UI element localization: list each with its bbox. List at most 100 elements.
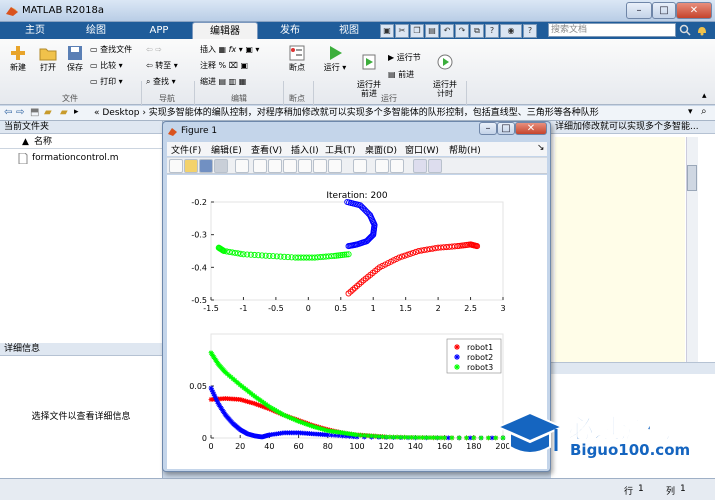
new-icon xyxy=(11,46,25,60)
menu-tools[interactable]: 工具(T) xyxy=(325,143,356,156)
search-input[interactable]: 搜索文档 xyxy=(548,23,676,37)
save-button[interactable]: 保存 xyxy=(62,44,88,73)
tab-publish[interactable]: 发布 xyxy=(262,22,318,39)
breakpoints-button[interactable]: 断点 xyxy=(286,44,308,73)
browse-folder-icon[interactable]: ▰ xyxy=(44,107,52,118)
goto-button[interactable]: ⇦ 转至 ▾ xyxy=(146,59,178,72)
watermark-logo: 必过源码 Biguo100.com xyxy=(496,405,714,465)
link-plot-icon[interactable] xyxy=(353,159,367,173)
maximize-button[interactable]: □ xyxy=(652,2,676,19)
figure-maximize-button[interactable]: □ xyxy=(497,122,515,135)
data-point xyxy=(478,435,484,441)
data-cursor-icon[interactable] xyxy=(313,159,327,173)
hide-plot-tools-icon[interactable] xyxy=(413,159,427,173)
open-button[interactable]: 打开 xyxy=(34,44,62,73)
rotate-icon[interactable] xyxy=(298,159,312,173)
paste-qat-icon[interactable]: ▤ xyxy=(425,24,439,38)
run-advance-icon xyxy=(362,54,376,70)
run-button[interactable]: 运行 ▾ xyxy=(320,44,350,73)
legend-label: robot3 xyxy=(467,363,493,372)
find-button[interactable]: ⌕ 查找 ▾ xyxy=(146,75,176,88)
back-icon[interactable]: ⇦ xyxy=(4,107,12,118)
collapse-ribbon-icon[interactable]: ▴ xyxy=(702,91,707,101)
column-header[interactable]: ▲ 名称 xyxy=(0,135,162,149)
matlab-logo-icon xyxy=(6,7,18,16)
community-icon[interactable]: ◉ xyxy=(500,24,522,38)
pointer-icon[interactable] xyxy=(235,159,249,173)
menu-view[interactable]: 查看(V) xyxy=(251,143,282,156)
tab-view[interactable]: 视图 xyxy=(322,22,376,39)
tab-apps[interactable]: APP xyxy=(130,22,188,39)
search-path-icon[interactable]: ⌕ xyxy=(701,106,707,117)
help-qat-icon[interactable]: ? xyxy=(485,24,499,38)
new-button[interactable]: 新建 xyxy=(4,44,32,73)
cut-qat-icon[interactable]: ✂ xyxy=(395,24,409,38)
editor-tab[interactable]: 详细加修改就可以实现多个多智能... xyxy=(551,121,715,134)
scrollbar-thumb[interactable] xyxy=(687,165,697,191)
save-icon xyxy=(68,46,82,60)
menu-file[interactable]: 文件(F) xyxy=(171,143,201,156)
pan-icon[interactable] xyxy=(283,159,297,173)
current-path[interactable]: « Desktop › 实现多智能体的编队控制，对程序稍加修改就可以实现多个多智… xyxy=(94,106,684,121)
find-files-button[interactable]: ▭ 查找文件 xyxy=(90,43,132,56)
row-label: 行 xyxy=(624,487,634,497)
print-figure-icon[interactable] xyxy=(214,159,228,173)
copy-qat-icon[interactable]: ❐ xyxy=(410,24,424,38)
run-time-button[interactable]: 运行并 计时 xyxy=(428,44,462,98)
search-icon[interactable] xyxy=(679,24,691,36)
tab-editor[interactable]: 编辑器 xyxy=(192,22,258,39)
forward-icon[interactable]: ⇨ xyxy=(16,107,24,118)
run-section-button[interactable]: ▶ 运行节 xyxy=(388,51,421,64)
show-plot-tools-icon[interactable] xyxy=(428,159,442,173)
tab-plots[interactable]: 绘图 xyxy=(66,22,126,39)
zoom-out-icon[interactable] xyxy=(268,159,282,173)
undo-qat-icon[interactable]: ↶ xyxy=(440,24,454,38)
data-point xyxy=(456,435,462,441)
colorbar-icon[interactable] xyxy=(375,159,389,173)
tab-home[interactable]: 主页 xyxy=(8,22,62,39)
legend-label: robot1 xyxy=(467,343,493,352)
figure-minimize-button[interactable]: – xyxy=(479,122,497,135)
x-tick-label: 20 xyxy=(235,442,245,451)
save-qat-icon[interactable]: ▣ xyxy=(380,24,394,38)
col-value: 1 xyxy=(680,484,686,494)
comment-button[interactable]: 注释 % ⌧ ▣ xyxy=(200,59,248,72)
print-button[interactable]: ▭ 打印 ▾ xyxy=(90,75,123,88)
code-editor[interactable] xyxy=(555,137,685,362)
close-button[interactable]: ✕ xyxy=(676,2,712,19)
run-group-label: 运行 xyxy=(381,94,397,103)
minimize-button[interactable]: – xyxy=(626,2,652,19)
menu-help[interactable]: 帮助(H) xyxy=(449,143,481,156)
figure-close-button[interactable]: ✕ xyxy=(515,122,547,135)
insert-button[interactable]: 插入 ▦ fx ▾ ▣ ▾ xyxy=(200,43,259,56)
zoom-in-icon[interactable] xyxy=(253,159,267,173)
compare-button[interactable]: ▭ 比较 ▾ xyxy=(90,59,123,72)
list-item[interactable]: formationcontrol.m xyxy=(18,152,158,165)
new-figure-icon[interactable] xyxy=(169,159,183,173)
figure-title: Figure 1 xyxy=(181,126,218,136)
ribbon: 新建 打开 保存 ▭ 查找文件 ▭ 比较 ▾ ▭ 打印 ▾ 文件 ⇦ ⇨ ⇦ 转… xyxy=(0,39,715,139)
notification-bell-icon[interactable] xyxy=(694,24,710,36)
advance-button[interactable]: ▤ 前进 xyxy=(388,68,414,81)
up-folder-icon[interactable]: ⬒ xyxy=(30,107,39,118)
back-forward-buttons[interactable]: ⇦ ⇨ xyxy=(146,43,162,56)
brush-icon[interactable] xyxy=(328,159,342,173)
menu-insert[interactable]: 插入(I) xyxy=(291,143,319,156)
save-figure-icon[interactable] xyxy=(199,159,213,173)
menu-desktop[interactable]: 桌面(D) xyxy=(365,143,397,156)
path-dropdown-icon[interactable]: ▾ xyxy=(688,107,693,117)
help-icon[interactable]: ? xyxy=(523,24,537,38)
redo-qat-icon[interactable]: ↷ xyxy=(455,24,469,38)
m-file-icon xyxy=(18,153,28,164)
menu-window[interactable]: 窗口(W) xyxy=(405,143,439,156)
switch-window-icon[interactable]: ⧉ xyxy=(470,24,484,38)
dock-icon[interactable]: ↘ xyxy=(537,143,545,153)
x-tick-label: -0.5 xyxy=(268,304,284,313)
open-file-icon[interactable] xyxy=(184,159,198,173)
menu-edit[interactable]: 编辑(E) xyxy=(211,143,242,156)
indent-button[interactable]: 缩进 ▤ ▥ ▦ xyxy=(200,75,246,88)
nav-group-label: 导航 xyxy=(159,94,175,103)
run-advance-button[interactable]: 运行并 前进 xyxy=(352,44,386,98)
x-tick-label: -1 xyxy=(239,304,247,313)
legend-icon[interactable] xyxy=(390,159,404,173)
